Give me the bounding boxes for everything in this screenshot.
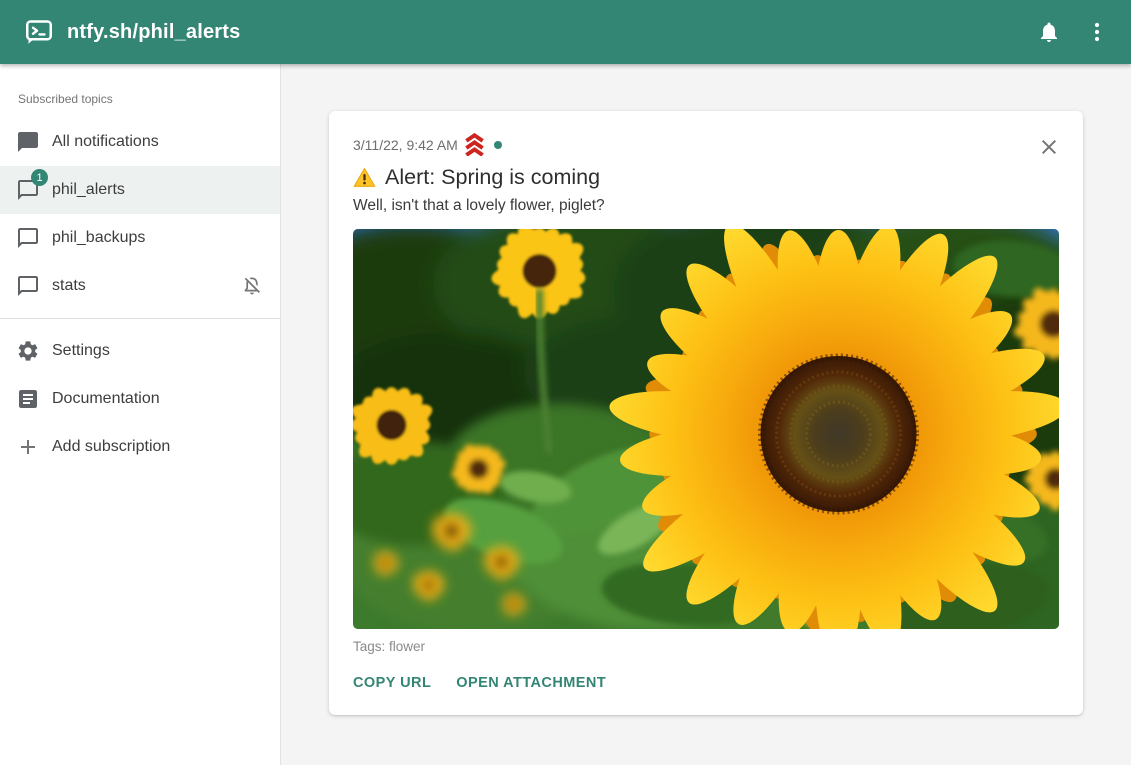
notification-card: 3/11/22, 9:42 AM Alert: Spring is coming… (329, 111, 1083, 715)
sidebar-item-documentation[interactable]: Documentation (0, 375, 280, 423)
sidebar-item-all-notifications[interactable]: All notifications (0, 118, 280, 166)
chat-bubble-outline-icon: 1 (16, 178, 40, 202)
sidebar-item-label: Settings (52, 342, 110, 360)
notification-tags: Tags: flower (353, 639, 1059, 654)
notification-title: Alert: Spring is coming (385, 165, 600, 190)
main-content: 3/11/22, 9:42 AM Alert: Spring is coming… (281, 64, 1131, 765)
notification-title-row: Alert: Spring is coming (353, 165, 1059, 190)
sidebar-item-label: Documentation (52, 390, 160, 408)
notification-timestamp: 3/11/22, 9:42 AM (353, 137, 458, 153)
notification-actions: COPY URL OPEN ATTACHMENT (353, 675, 1059, 691)
unread-count-badge: 1 (31, 169, 48, 186)
notification-meta: 3/11/22, 9:42 AM (353, 133, 1059, 156)
sidebar-item-settings[interactable]: Settings (0, 327, 280, 375)
sidebar-item-label: phil_alerts (52, 181, 125, 199)
sidebar-item-label: All notifications (52, 133, 159, 151)
sidebar-item-phil-backups[interactable]: phil_backups (0, 214, 280, 262)
article-icon (16, 387, 40, 411)
delete-notification-button[interactable] (1035, 133, 1063, 161)
unread-indicator-dot (494, 141, 502, 149)
sidebar-item-phil-alerts[interactable]: 1 phil_alerts (0, 166, 280, 214)
ntfy-logo-icon (24, 17, 54, 47)
sidebar-item-stats[interactable]: stats (0, 262, 280, 310)
chat-bubble-outline-icon (16, 274, 40, 298)
kebab-menu-icon (1085, 20, 1109, 44)
notification-body: Well, isn't that a lovely flower, piglet… (353, 197, 1059, 215)
plus-icon (16, 435, 40, 459)
appbar: ntfy.sh/phil_alerts (0, 0, 1131, 64)
copy-url-button[interactable]: COPY URL (353, 675, 431, 691)
priority-max-icon (463, 133, 486, 156)
sidebar-item-label: phil_backups (52, 229, 145, 247)
app-shell: Subscribed topics All notifications 1 ph… (0, 64, 1131, 765)
chat-bubble-outline-icon (16, 226, 40, 250)
appbar-title: ntfy.sh/phil_alerts (67, 21, 240, 44)
open-attachment-button[interactable]: OPEN ATTACHMENT (456, 675, 606, 691)
gear-icon (16, 339, 40, 363)
notifications-button[interactable] (1025, 8, 1073, 56)
notifications-muted-icon (240, 274, 264, 298)
sidebar-divider (0, 318, 280, 319)
close-icon (1037, 135, 1061, 159)
attachment-image[interactable] (353, 229, 1059, 629)
sidebar-item-add-subscription[interactable]: Add subscription (0, 423, 280, 471)
sidebar-item-label: Add subscription (52, 438, 170, 456)
subscribed-topics-caption: Subscribed topics (0, 66, 280, 118)
warning-emoji-icon (353, 166, 376, 189)
bell-icon (1037, 20, 1061, 44)
chat-bubble-filled-icon (16, 130, 40, 154)
sidebar-item-label: stats (52, 277, 86, 295)
overflow-menu-button[interactable] (1073, 8, 1121, 56)
sidebar: Subscribed topics All notifications 1 ph… (0, 64, 281, 765)
